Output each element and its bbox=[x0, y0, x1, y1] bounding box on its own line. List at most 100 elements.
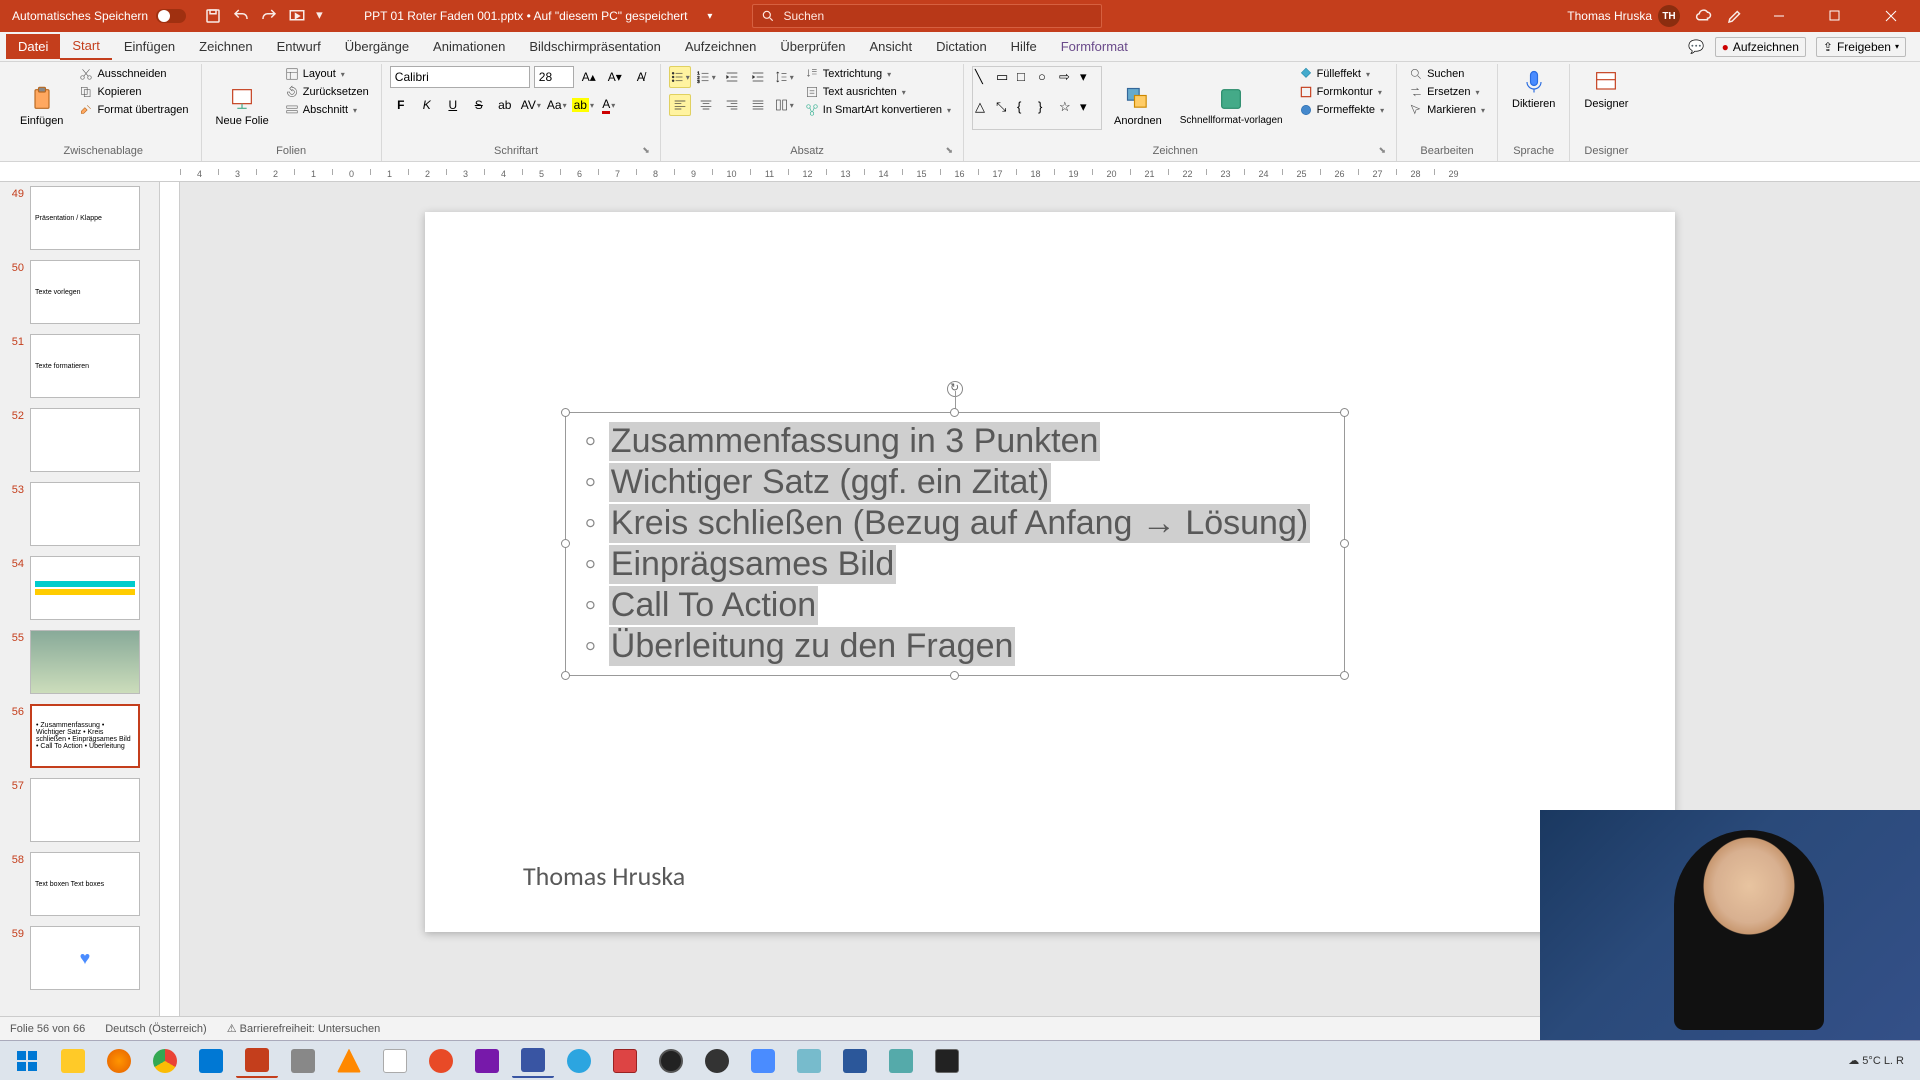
clear-format-button[interactable]: A̸ bbox=[630, 66, 652, 88]
case-button[interactable]: Aa bbox=[546, 94, 568, 116]
align-text-button[interactable]: Text ausrichten bbox=[801, 84, 955, 100]
layout-button[interactable]: Layout bbox=[281, 66, 373, 82]
comments-icon[interactable]: 💬 bbox=[1688, 39, 1704, 55]
search-input[interactable] bbox=[783, 9, 1093, 23]
cloud-icon[interactable] bbox=[1694, 7, 1712, 25]
resize-handle-bm[interactable] bbox=[950, 671, 959, 680]
text-direction-button[interactable]: Textrichtung bbox=[801, 66, 955, 82]
tab-animations[interactable]: Animationen bbox=[421, 34, 517, 59]
line-spacing-button[interactable] bbox=[773, 66, 795, 88]
slide-thumbnail-52[interactable]: 52 bbox=[4, 408, 155, 472]
slide-thumbnail-56[interactable]: 56• Zusammenfassung • Wichtiger Satz • K… bbox=[4, 704, 155, 768]
resize-handle-tl[interactable] bbox=[561, 408, 570, 417]
find-button[interactable]: Suchen bbox=[1405, 66, 1489, 82]
tab-insert[interactable]: Einfügen bbox=[112, 34, 187, 59]
redo-icon[interactable] bbox=[260, 7, 278, 25]
decrease-indent-button[interactable] bbox=[721, 66, 743, 88]
status-accessibility[interactable]: ⚠ Barrierefreiheit: Untersuchen bbox=[227, 1022, 381, 1035]
designer-button[interactable]: Designer bbox=[1578, 66, 1634, 112]
resize-handle-br[interactable] bbox=[1340, 671, 1349, 680]
slide-thumbnail-49[interactable]: 49Präsentation / Klappe bbox=[4, 186, 155, 250]
section-button[interactable]: Abschnitt bbox=[281, 102, 373, 118]
slide-thumbnail-50[interactable]: 50Texte vorlegen bbox=[4, 260, 155, 324]
app-button-8[interactable] bbox=[926, 1044, 968, 1078]
effects-button[interactable]: Formeffekte bbox=[1295, 102, 1389, 118]
align-center-button[interactable] bbox=[695, 94, 717, 116]
status-lang[interactable]: Deutsch (Österreich) bbox=[105, 1023, 206, 1035]
resize-handle-ml[interactable] bbox=[561, 539, 570, 548]
record-button[interactable]: ●Aufzeichnen bbox=[1715, 37, 1806, 57]
tab-start[interactable]: Start bbox=[60, 33, 111, 60]
ruler-vertical[interactable] bbox=[160, 182, 180, 1016]
onenote-button[interactable] bbox=[466, 1044, 508, 1078]
vlc-button[interactable] bbox=[328, 1044, 370, 1078]
maximize-button[interactable] bbox=[1814, 1, 1856, 31]
word-button[interactable] bbox=[834, 1044, 876, 1078]
tab-help[interactable]: Hilfe bbox=[999, 34, 1049, 59]
explorer-button[interactable] bbox=[52, 1044, 94, 1078]
save-icon[interactable] bbox=[204, 7, 222, 25]
autosave-toggle[interactable]: Automatisches Speichern bbox=[4, 9, 194, 23]
title-dropdown-icon[interactable]: ▾ bbox=[707, 11, 712, 22]
app-button-7[interactable] bbox=[880, 1044, 922, 1078]
bullet-list[interactable]: Zusammenfassung in 3 PunktenWichtiger Sa… bbox=[566, 413, 1344, 675]
bullet-item[interactable]: Kreis schließen (Bezug auf Anfang → Lösu… bbox=[586, 503, 1324, 544]
chrome-button[interactable] bbox=[144, 1044, 186, 1078]
slide-thumbnails-panel[interactable]: 49Präsentation / Klappe 50Texte vorlegen 5… bbox=[0, 182, 160, 1016]
numbering-button[interactable]: 123 bbox=[695, 66, 717, 88]
highlight-button[interactable]: ab bbox=[572, 94, 594, 116]
resize-handle-tr[interactable] bbox=[1340, 408, 1349, 417]
copy-button[interactable]: Kopieren bbox=[75, 84, 192, 100]
undo-icon[interactable] bbox=[232, 7, 250, 25]
increase-font-button[interactable]: A▴ bbox=[578, 66, 600, 88]
tab-transitions[interactable]: Übergänge bbox=[333, 34, 421, 59]
bullet-item[interactable]: Call To Action bbox=[586, 585, 1324, 626]
present-icon[interactable] bbox=[288, 7, 306, 25]
paragraph-dialog-launcher[interactable]: ⬊ bbox=[945, 145, 955, 159]
tab-review[interactable]: Überprüfen bbox=[768, 34, 857, 59]
italic-button[interactable]: K bbox=[416, 94, 438, 116]
slide-thumbnail-58[interactable]: 58Text boxen Text boxes bbox=[4, 852, 155, 916]
font-name-input[interactable] bbox=[390, 66, 530, 88]
quickstyles-button[interactable]: Schnellformat-vorlagen bbox=[1174, 66, 1289, 145]
align-right-button[interactable] bbox=[721, 94, 743, 116]
bullet-item[interactable]: Wichtiger Satz (ggf. ein Zitat) bbox=[586, 462, 1324, 503]
slide-thumbnail-54[interactable]: 54 bbox=[4, 556, 155, 620]
reset-button[interactable]: Zurücksetzen bbox=[281, 84, 373, 100]
slide-thumbnail-51[interactable]: 51Texte formatieren bbox=[4, 334, 155, 398]
tab-draw[interactable]: Zeichnen bbox=[187, 34, 264, 59]
paste-button[interactable]: Einfügen bbox=[14, 66, 69, 145]
align-left-button[interactable] bbox=[669, 94, 691, 116]
font-color-button[interactable]: A bbox=[598, 94, 620, 116]
start-button[interactable] bbox=[6, 1044, 48, 1078]
shapes-gallery[interactable]: ╲ ▭ □ ○ ⇨ ▾ △ ⤡ { } ☆ ▾ bbox=[972, 66, 1102, 130]
dictate-button[interactable]: Diktieren bbox=[1506, 66, 1561, 112]
weather-widget[interactable]: ☁ 5°C L. R bbox=[1848, 1054, 1904, 1067]
resize-handle-tm[interactable] bbox=[950, 408, 959, 417]
tab-record[interactable]: Aufzeichnen bbox=[673, 34, 769, 59]
telegram-button[interactable] bbox=[558, 1044, 600, 1078]
cut-button[interactable]: Ausschneiden bbox=[75, 66, 192, 82]
app-button-6[interactable] bbox=[788, 1044, 830, 1078]
more-icon[interactable]: ▾ bbox=[316, 7, 334, 25]
zoom-button[interactable] bbox=[742, 1044, 784, 1078]
powerpoint-button[interactable] bbox=[236, 1044, 278, 1078]
content-textbox[interactable]: Zusammenfassung in 3 PunktenWichtiger Sa… bbox=[565, 412, 1345, 676]
slide-canvas[interactable]: Zusammenfassung in 3 PunktenWichtiger Sa… bbox=[425, 212, 1675, 932]
new-slide-button[interactable]: Neue Folie bbox=[210, 66, 275, 145]
tab-view[interactable]: Ansicht bbox=[857, 34, 924, 59]
close-button[interactable] bbox=[1870, 1, 1912, 31]
share-button[interactable]: ⇪Freigeben▾ bbox=[1816, 37, 1906, 57]
arrange-button[interactable]: Anordnen bbox=[1108, 66, 1168, 145]
slide-thumbnail-59[interactable]: 59♥ bbox=[4, 926, 155, 990]
tab-file[interactable]: Datei bbox=[6, 34, 60, 59]
minimize-button[interactable] bbox=[1758, 1, 1800, 31]
tab-shapeformat[interactable]: Formformat bbox=[1049, 34, 1140, 59]
tab-dictation[interactable]: Dictation bbox=[924, 34, 999, 59]
drawing-dialog-launcher[interactable]: ⬊ bbox=[1379, 145, 1389, 159]
spacing-button[interactable]: AV bbox=[520, 94, 542, 116]
slide-thumbnail-53[interactable]: 53 bbox=[4, 482, 155, 546]
app-button-4[interactable] bbox=[604, 1044, 646, 1078]
decrease-font-button[interactable]: A▾ bbox=[604, 66, 626, 88]
replace-button[interactable]: Ersetzen bbox=[1405, 84, 1489, 100]
